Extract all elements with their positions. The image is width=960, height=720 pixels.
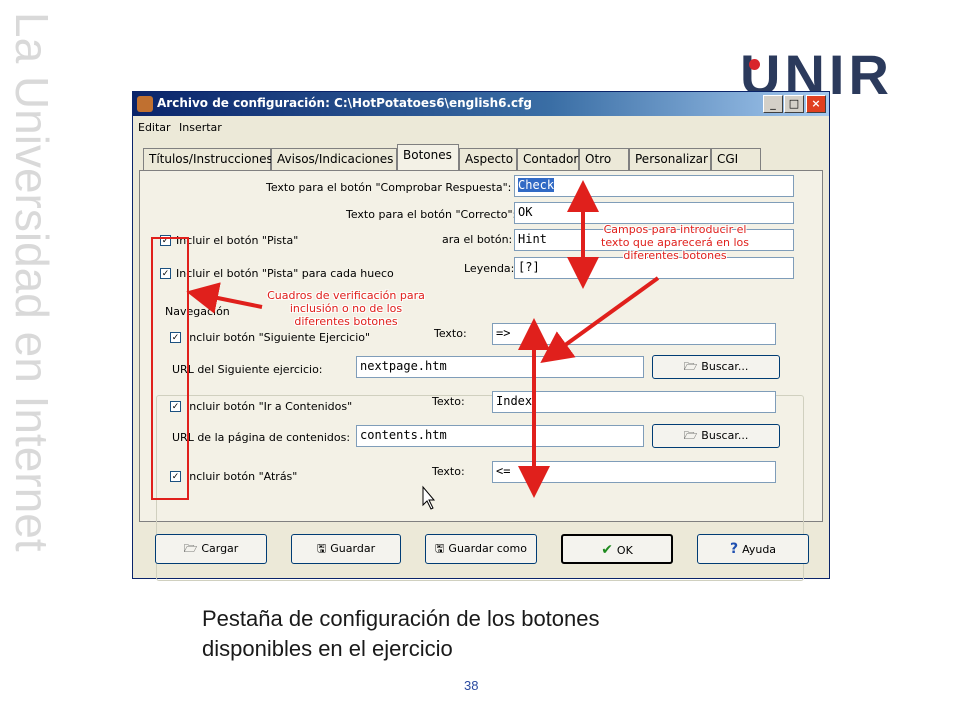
browse-contents-button[interactable]: 🗁 Buscar... xyxy=(652,424,780,448)
contents-text-field[interactable]: Index xyxy=(492,391,776,413)
checks-annotation: Cuadros de verificación para inclusión o… xyxy=(256,289,436,328)
tab-strip: Títulos/Instrucciones Avisos/Indicacione… xyxy=(139,144,829,170)
tab-aspecto[interactable]: Aspecto xyxy=(459,148,517,170)
contents-checkbox-label: Incluir botón "Ir a Contenidos" xyxy=(186,400,353,413)
maximize-button[interactable]: □ xyxy=(784,95,804,113)
tab-personalizar[interactable]: Personalizar xyxy=(629,148,711,170)
checkmark-icon: ✔ xyxy=(601,542,613,558)
check-text-field[interactable]: Check xyxy=(514,175,794,197)
menu-editar[interactable]: Editar xyxy=(138,121,171,134)
minimize-button[interactable]: _ xyxy=(763,95,783,113)
help-label: Ayuda xyxy=(742,543,777,556)
correct-label: Texto para el botón "Correcto": xyxy=(346,208,517,221)
help-button[interactable]: ? Ayuda xyxy=(697,534,809,564)
hint-checkbox-label: Incluir el botón "Pista" xyxy=(176,234,299,247)
back-text-field[interactable]: <= xyxy=(492,461,776,483)
save-label: Guardar xyxy=(330,542,376,555)
window-title: Archivo de configuración: C:\HotPotatoes… xyxy=(157,96,532,110)
ok-button[interactable]: ✔ OK xyxy=(561,534,673,564)
next-text-label: Texto: xyxy=(434,327,467,340)
fields-annotation-line3: diferentes botones xyxy=(623,249,727,262)
next-url-field[interactable]: nextpage.htm xyxy=(356,356,644,378)
save-button[interactable]: 🖫 Guardar xyxy=(291,534,401,564)
folder-icon: 🗁 xyxy=(683,360,698,373)
load-button[interactable]: 🗁 Cargar xyxy=(155,534,267,564)
hint-label: ara el botón: xyxy=(442,233,513,246)
tab-contador[interactable]: Contador xyxy=(517,148,579,170)
floppy-pencil-icon: 🖫 xyxy=(435,542,445,555)
page-number: 38 xyxy=(464,678,479,693)
menu-insertar[interactable]: Insertar xyxy=(179,121,222,134)
browse-next-button[interactable]: 🗁 Buscar... xyxy=(652,355,780,379)
browse-next-label: Buscar... xyxy=(701,360,749,373)
ok-label: OK xyxy=(616,544,633,557)
tab-otro[interactable]: Otro xyxy=(579,148,629,170)
contents-url-field[interactable]: contents.htm xyxy=(356,425,644,447)
legend-label: Leyenda: xyxy=(464,262,515,275)
help-icon: ? xyxy=(729,541,739,557)
close-button[interactable]: × xyxy=(806,95,826,113)
slide-caption: Pestaña de configuración de los botones … xyxy=(202,604,802,664)
fields-annotation-line1: Campos para introducir el xyxy=(603,223,747,236)
tab-avisos[interactable]: Avisos/Indicaciones xyxy=(271,148,397,170)
app-icon xyxy=(137,96,153,112)
side-watermark-text: La Universidad en Internet xyxy=(6,12,58,552)
contents-url-label: URL de la página de contenidos: xyxy=(172,431,351,444)
title-bar[interactable]: Archivo de configuración: C:\HotPotatoes… xyxy=(133,92,829,116)
fields-annotation-line2: texto que aparecerá en los xyxy=(601,236,749,249)
tab-botones[interactable]: Botones xyxy=(397,144,459,170)
next-url-label: URL del Siguiente ejercicio: xyxy=(172,363,323,376)
caption-line1: Pestaña de configuración de los botones xyxy=(202,606,600,631)
back-checkbox-label: Incluir botón "Atrás" xyxy=(186,470,298,483)
logo-dot xyxy=(749,59,760,70)
check-label: Texto para el botón "Comprobar Respuesta… xyxy=(266,181,512,194)
fields-annotation: Campos para introducir el texto que apar… xyxy=(590,223,760,262)
tab-titulos[interactable]: Títulos/Instrucciones xyxy=(143,148,273,170)
config-window: Archivo de configuración: C:\HotPotatoes… xyxy=(132,91,830,581)
checks-annotation-line1: Cuadros de verificación para xyxy=(267,289,425,302)
next-text-field[interactable]: => xyxy=(492,323,776,345)
back-text-label: Texto: xyxy=(432,465,465,478)
save-as-button[interactable]: 🖫 Guardar como xyxy=(425,534,537,564)
load-label: Cargar xyxy=(201,542,239,555)
checks-annotation-line2: inclusión o no de los xyxy=(289,302,403,315)
folder-open-icon: 🗁 xyxy=(183,542,198,555)
save-as-label: Guardar como xyxy=(448,542,527,555)
menu-bar: Editar Insertar xyxy=(133,118,829,138)
checks-annotation-line3: diferentes botones xyxy=(294,315,398,328)
tab-cgi[interactable]: CGI xyxy=(711,148,761,170)
caption-line2: disponibles en el ejercicio xyxy=(202,636,453,661)
check-text-value: Check xyxy=(518,178,555,192)
correct-text-field[interactable]: OK xyxy=(514,202,794,224)
hint-each-checkbox-label: Incluir el botón "Pista" para cada hueco xyxy=(176,267,394,280)
browse-contents-label: Buscar... xyxy=(701,429,749,442)
checkbox-highlight-box xyxy=(151,237,189,500)
contents-text-label: Texto: xyxy=(432,395,465,408)
folder-icon: 🗁 xyxy=(683,429,698,442)
floppy-icon: 🖫 xyxy=(316,542,327,555)
next-checkbox-label: Incluir botón "Siguiente Ejercicio" xyxy=(186,331,371,344)
